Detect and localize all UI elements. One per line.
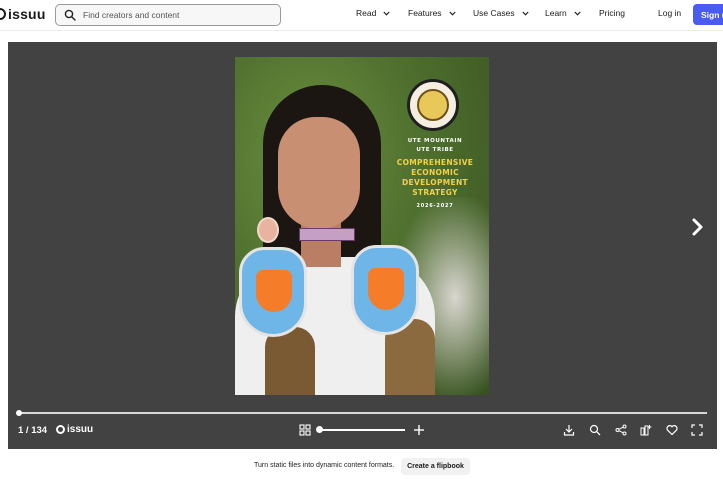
nav-read[interactable]: Read xyxy=(356,8,390,18)
fullscreen-icon[interactable] xyxy=(691,424,703,436)
issuu-logo[interactable]: issuu xyxy=(0,6,46,22)
cover-title-line2: ECONOMIC xyxy=(411,168,459,177)
page-progress-handle[interactable] xyxy=(16,410,22,416)
portrait-fur-left xyxy=(265,327,315,395)
cover-title-line4: STRATEGY xyxy=(412,188,458,197)
download-icon[interactable] xyxy=(563,424,575,436)
login-label: Log in xyxy=(658,8,682,18)
login-link[interactable]: Log in xyxy=(658,8,681,18)
issuu-logo-icon xyxy=(0,8,6,20)
heart-icon[interactable] xyxy=(666,424,678,436)
zoom-slider-handle[interactable] xyxy=(316,426,323,433)
cover-tribe-name: UTE MOUNTAIN UTE TRIBE xyxy=(385,137,485,155)
cover-page[interactable]: UTE MOUNTAIN UTE TRIBE COMPREHENSIVE ECO… xyxy=(235,57,489,395)
nav-learn-label: Learn xyxy=(545,8,567,18)
portrait-face xyxy=(278,117,360,229)
cover-tribe-line1: UTE MOUNTAIN xyxy=(407,138,463,144)
search-icon xyxy=(64,9,76,21)
tribe-seal-icon xyxy=(407,79,459,131)
next-page-icon[interactable] xyxy=(690,217,706,237)
signup-label: Sign u xyxy=(701,9,723,20)
document-viewer: UTE MOUNTAIN UTE TRIBE COMPREHENSIVE ECO… xyxy=(8,42,717,449)
viewer-brand[interactable]: issuu xyxy=(56,424,93,435)
cover-title-line3: DEVELOPMENT xyxy=(402,178,468,187)
issuu-logo-icon xyxy=(56,425,65,434)
cover-title-line1: COMPREHENSIVE xyxy=(396,158,474,167)
create-flipbook-label: Create a flipbook xyxy=(407,463,464,470)
nav-features-label: Features xyxy=(408,8,442,18)
cover-title: COMPREHENSIVE ECONOMIC DEVELOPMENT STRAT… xyxy=(385,158,485,198)
page-progress-track[interactable] xyxy=(18,412,707,414)
nav-pricing[interactable]: Pricing xyxy=(599,8,625,18)
cover-years: 2026-2027 xyxy=(416,203,454,209)
beadwork-core xyxy=(368,268,404,310)
portrait-earring xyxy=(257,217,279,243)
create-flipbook-button[interactable]: Create a flipbook xyxy=(401,458,470,475)
grid-icon[interactable] xyxy=(299,424,311,436)
chevron-down-icon xyxy=(521,11,529,16)
beadwork-core xyxy=(256,270,292,312)
nav-read-label: Read xyxy=(356,8,377,18)
nav-pricing-label: Pricing xyxy=(599,8,625,18)
viewer-brand-text: issuu xyxy=(67,424,94,435)
cover-tribe-line2: UTE TRIBE xyxy=(416,147,454,153)
nav-features[interactable]: Features xyxy=(408,8,456,18)
nav-learn[interactable]: Learn xyxy=(545,8,581,18)
page-counter: 1 / 134 xyxy=(18,425,48,436)
chevron-down-icon xyxy=(448,11,456,16)
embed-icon[interactable] xyxy=(640,424,652,436)
logo-text: issuu xyxy=(8,6,46,22)
zoom-in-icon[interactable] xyxy=(413,424,425,436)
chevron-down-icon xyxy=(383,11,390,16)
footer-tagline: Turn static files into dynamic content f… xyxy=(254,462,395,469)
search-input[interactable] xyxy=(83,10,273,20)
portrait-choker xyxy=(299,228,355,241)
seal-center xyxy=(417,89,449,121)
search-icon[interactable] xyxy=(589,424,601,436)
top-header: issuu Read Features Use Cases Learn Pric… xyxy=(0,0,723,30)
zoom-slider-track[interactable] xyxy=(319,429,405,431)
search-box[interactable] xyxy=(55,4,281,26)
beadwork-right xyxy=(351,245,419,335)
beadwork-left xyxy=(239,247,307,337)
nav-use-cases[interactable]: Use Cases xyxy=(473,8,529,18)
signup-button[interactable]: Sign u xyxy=(693,4,723,25)
nav-use-cases-label: Use Cases xyxy=(473,8,515,18)
header-divider xyxy=(0,30,723,31)
share-icon[interactable] xyxy=(615,424,627,436)
chevron-down-icon xyxy=(574,11,581,16)
